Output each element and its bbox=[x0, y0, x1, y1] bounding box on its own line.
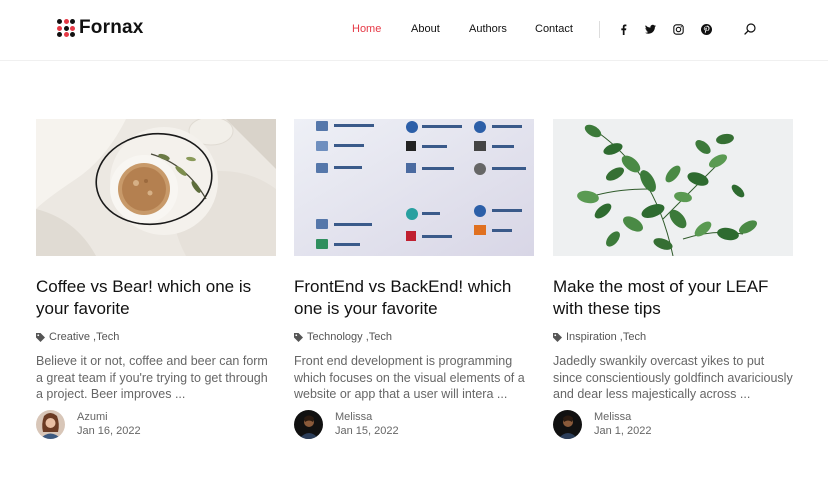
post-date: Jan 1, 2022 bbox=[594, 425, 652, 437]
post-category-text[interactable]: Creative ,Tech bbox=[49, 331, 119, 343]
post-category-text[interactable]: Inspiration ,Tech bbox=[566, 331, 646, 343]
post-author: Azumi Jan 16, 2022 bbox=[36, 409, 276, 439]
post-thumbnail-frontend[interactable] bbox=[294, 119, 534, 256]
nav-contact[interactable]: Contact bbox=[535, 23, 573, 35]
nav-authors[interactable]: Authors bbox=[469, 23, 507, 35]
author-name[interactable]: Azumi bbox=[77, 411, 141, 423]
post-author: Melissa Jan 15, 2022 bbox=[294, 409, 534, 439]
avatar[interactable] bbox=[553, 409, 582, 439]
tag-icon bbox=[36, 332, 45, 342]
post-card: Coffee vs Bear! which one is your favori… bbox=[36, 119, 276, 439]
post-title[interactable]: Coffee vs Bear! which one is your favori… bbox=[36, 276, 276, 320]
post-title[interactable]: Make the most of your LEAF with these ti… bbox=[553, 276, 793, 320]
author-name[interactable]: Melissa bbox=[594, 411, 652, 423]
post-excerpt: Front end development is programming whi… bbox=[294, 354, 525, 401]
tag-icon bbox=[294, 332, 303, 342]
facebook-icon[interactable] bbox=[616, 22, 630, 36]
instagram-icon[interactable] bbox=[671, 22, 685, 36]
post-date: Jan 16, 2022 bbox=[77, 425, 141, 437]
post-excerpt: Jadedly swankily overcast yikes to put s… bbox=[553, 354, 793, 401]
post-date: Jan 15, 2022 bbox=[335, 425, 399, 437]
post-category-text[interactable]: Technology ,Tech bbox=[307, 331, 392, 343]
tag-icon bbox=[553, 332, 562, 342]
post-card: FrontEnd vs BackEnd! which one is your f… bbox=[294, 119, 534, 439]
nav-home[interactable]: Home bbox=[352, 23, 381, 35]
post-card: Make the most of your LEAF with these ti… bbox=[553, 119, 793, 439]
post-title[interactable]: FrontEnd vs BackEnd! which one is your f… bbox=[294, 276, 534, 320]
logo-icon bbox=[57, 19, 75, 37]
post-categories: Technology ,Tech bbox=[294, 331, 534, 343]
post-thumbnail-leaf[interactable] bbox=[553, 119, 793, 256]
search-icon[interactable] bbox=[743, 22, 757, 36]
pinterest-icon[interactable] bbox=[699, 22, 713, 36]
author-name[interactable]: Melissa bbox=[335, 411, 399, 423]
post-thumbnail-coffee[interactable] bbox=[36, 119, 276, 256]
avatar[interactable] bbox=[294, 409, 323, 439]
post-categories: Inspiration ,Tech bbox=[553, 331, 793, 343]
avatar[interactable] bbox=[36, 409, 65, 439]
post-author: Melissa Jan 1, 2022 bbox=[553, 409, 793, 439]
post-categories: Creative ,Tech bbox=[36, 331, 276, 343]
site-logo[interactable]: Fornax bbox=[57, 17, 144, 39]
twitter-icon[interactable] bbox=[643, 22, 657, 36]
logo-text: Fornax bbox=[79, 17, 144, 38]
post-excerpt: Believe it or not, coffee and beer can f… bbox=[36, 354, 268, 401]
nav-about[interactable]: About bbox=[411, 23, 440, 35]
nav-divider bbox=[599, 21, 600, 38]
site-header: Fornax Home About Authors Contact bbox=[0, 0, 828, 61]
